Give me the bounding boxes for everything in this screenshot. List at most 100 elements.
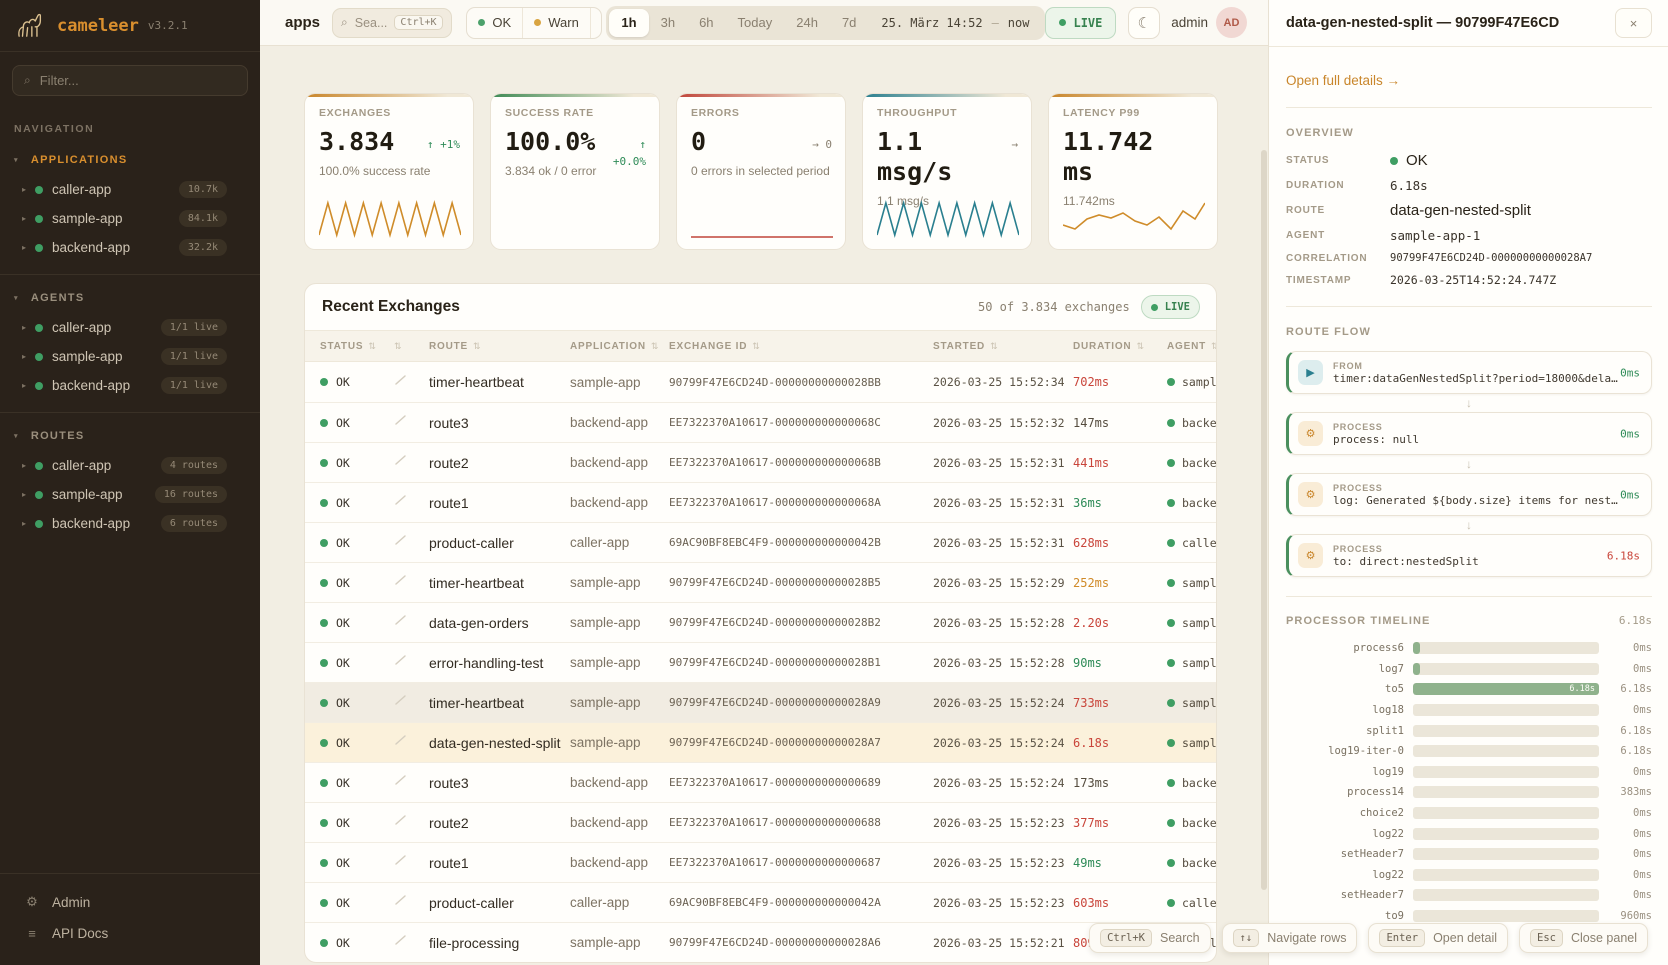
duration-cell: 441ms bbox=[1073, 456, 1167, 470]
sidebar-item-caller-app[interactable]: ▸caller-app10.7k bbox=[0, 175, 260, 204]
table-row[interactable]: OKproduct-callercaller-app69AC90BF8EBC4F… bbox=[305, 522, 1216, 562]
open-full-details-link[interactable]: Open full details → bbox=[1286, 73, 1652, 88]
column-header-started[interactable]: STARTED⇅ bbox=[933, 341, 1073, 352]
timeline-row[interactable]: to56.18s6.18s bbox=[1286, 679, 1652, 700]
column-header-application[interactable]: APPLICATION⇅ bbox=[570, 341, 669, 352]
table-row[interactable]: OKdata-gen-nested-splitsample-app90799F4… bbox=[305, 722, 1216, 762]
status-dot-icon bbox=[1167, 619, 1175, 627]
timeline-row[interactable]: setHeader70ms bbox=[1286, 844, 1652, 865]
dark-mode-toggle[interactable]: ☾ bbox=[1128, 7, 1160, 39]
status-filter-ok[interactable]: OK bbox=[467, 8, 523, 38]
status-dot-icon bbox=[320, 378, 328, 386]
sidebar-section-header[interactable]: ▾APPLICATIONS bbox=[0, 145, 260, 175]
shortcut-label: Close panel bbox=[1571, 931, 1637, 945]
status-filter-warn[interactable]: Warn bbox=[523, 8, 591, 38]
table-row[interactable]: OKdata-gen-orderssample-app90799F47E6CD2… bbox=[305, 602, 1216, 642]
timeline-row[interactable]: process14383ms bbox=[1286, 782, 1652, 803]
table-row[interactable]: OKtimer-heartbeatsample-app90799F47E6CD2… bbox=[305, 682, 1216, 722]
trend-icon bbox=[394, 733, 408, 747]
timeline-row[interactable]: log220ms bbox=[1286, 865, 1652, 886]
time-range-1h[interactable]: 1h bbox=[609, 9, 648, 37]
sidebar-section-header[interactable]: ▾AGENTS bbox=[0, 283, 260, 313]
avatar[interactable]: AD bbox=[1216, 7, 1247, 38]
table-row[interactable]: OKroute2backend-appEE7322370A10617-00000… bbox=[305, 802, 1216, 842]
route-flow-step[interactable]: ⚙PROCESSto: direct:nestedSplit6.18s bbox=[1286, 534, 1652, 577]
kbd-chip: ↑↓ bbox=[1233, 929, 1260, 947]
sidebar-item-backend-app[interactable]: ▸backend-app1/1 live bbox=[0, 371, 260, 400]
sidebar-item-sample-app[interactable]: ▸sample-app84.1k bbox=[0, 204, 260, 233]
time-range-7d[interactable]: 7d bbox=[830, 9, 868, 37]
chevron-right-icon: ▸ bbox=[22, 519, 26, 528]
processor-name: setHeader7 bbox=[1286, 889, 1404, 901]
sidebar-item-caller-app[interactable]: ▸caller-app1/1 live bbox=[0, 313, 260, 342]
sidebar-item-backend-app[interactable]: ▸backend-app6 routes bbox=[0, 509, 260, 538]
table-row[interactable]: OKtimer-heartbeatsample-app90799F47E6CD2… bbox=[305, 362, 1216, 402]
time-range-6h[interactable]: 6h bbox=[687, 9, 725, 37]
table-row[interactable]: OKroute1backend-appEE7322370A10617-00000… bbox=[305, 482, 1216, 522]
main-scrollbar[interactable] bbox=[1261, 150, 1267, 890]
column-header-status[interactable]: STATUS⇅ bbox=[320, 341, 394, 352]
started-cell: 2026-03-25 15:52:29 bbox=[933, 576, 1073, 590]
overview-label: TIMESTAMP bbox=[1286, 275, 1390, 286]
table-row[interactable]: OKproduct-callercaller-app69AC90BF8EBC4F… bbox=[305, 882, 1216, 922]
time-range-3h[interactable]: 3h bbox=[649, 9, 687, 37]
route-flow-step[interactable]: ▶FROMtimer:dataGenNestedSplit?period=180… bbox=[1286, 351, 1652, 394]
table-row[interactable]: OKroute3backend-appEE7322370A10617-00000… bbox=[305, 762, 1216, 802]
table-row[interactable]: OKfile-processingsample-app90799F47E6CD2… bbox=[305, 922, 1216, 962]
close-icon: × bbox=[1630, 16, 1638, 31]
play-icon: ▶ bbox=[1298, 360, 1323, 385]
live-badge[interactable]: LIVE bbox=[1045, 7, 1116, 39]
sidebar-section-header[interactable]: ▾ROUTES bbox=[0, 421, 260, 451]
timeline-row[interactable]: log19-iter-06.18s bbox=[1286, 741, 1652, 762]
timeline-row[interactable]: log70ms bbox=[1286, 659, 1652, 680]
trend-icon bbox=[394, 693, 408, 707]
status-label: OK bbox=[336, 375, 350, 389]
timeline-row[interactable]: split16.18s bbox=[1286, 720, 1652, 741]
status-cell: OK bbox=[320, 936, 394, 950]
processor-name: process14 bbox=[1286, 786, 1404, 798]
table-row[interactable]: OKroute2backend-appEE7322370A10617-00000… bbox=[305, 442, 1216, 482]
column-header-exchange-id[interactable]: EXCHANGE ID⇅ bbox=[669, 341, 933, 352]
stat-value: 1.1 msg/s bbox=[877, 127, 989, 187]
application-cell: sample-app bbox=[570, 575, 669, 590]
sidebar: cameleer v3.2.1 ⌕ Filter... NAVIGATION ▾… bbox=[0, 0, 260, 965]
table-row[interactable]: OKtimer-heartbeatsample-app90799F47E6CD2… bbox=[305, 562, 1216, 602]
exchange-rows: OKtimer-heartbeatsample-app90799F47E6CD2… bbox=[305, 362, 1216, 962]
trend-icon bbox=[394, 893, 408, 907]
sidebar-item-caller-app[interactable]: ▸caller-app4 routes bbox=[0, 451, 260, 480]
search-input[interactable]: ⌕ Sea... Ctrl+K bbox=[332, 8, 452, 38]
column-header-agent[interactable]: AGENT⇅ bbox=[1167, 341, 1216, 352]
chevron-right-icon: ▸ bbox=[22, 490, 26, 499]
route-flow-step[interactable]: ⚙PROCESSlog: Generated ${body.size} item… bbox=[1286, 473, 1652, 516]
timeline-row[interactable]: process60ms bbox=[1286, 638, 1652, 659]
column-header-route[interactable]: ROUTE⇅ bbox=[429, 341, 570, 352]
timeline-row[interactable]: log180ms bbox=[1286, 700, 1652, 721]
table-row[interactable]: OKerror-handling-testsample-app90799F47E… bbox=[305, 642, 1216, 682]
timeline-track bbox=[1413, 766, 1599, 778]
route-flow-step[interactable]: ⚙PROCESSprocess: null0ms bbox=[1286, 412, 1652, 455]
table-row[interactable]: OKroute3backend-appEE7322370A10617-00000… bbox=[305, 402, 1216, 442]
processor-duration: 0ms bbox=[1608, 807, 1652, 819]
sidebar-filter-input[interactable]: ⌕ Filter... bbox=[12, 65, 248, 96]
started-cell: 2026-03-25 15:52:24 bbox=[933, 736, 1073, 750]
status-filter-e[interactable]: E bbox=[591, 8, 603, 38]
table-row[interactable]: OKroute1backend-appEE7322370A10617-00000… bbox=[305, 842, 1216, 882]
time-range-24h[interactable]: 24h bbox=[784, 9, 830, 37]
overview-label: DURATION bbox=[1286, 180, 1390, 191]
close-button[interactable]: × bbox=[1615, 8, 1652, 38]
timeline-row[interactable]: log220ms bbox=[1286, 823, 1652, 844]
column-header-trend[interactable]: ⇅ bbox=[394, 341, 429, 352]
footer-item-admin[interactable]: ⚙Admin bbox=[0, 886, 260, 918]
footer-item-api-docs[interactable]: ≡API Docs bbox=[0, 918, 260, 949]
sidebar-item-sample-app[interactable]: ▸sample-app1/1 live bbox=[0, 342, 260, 371]
sidebar-item-backend-app[interactable]: ▸backend-app32.2k bbox=[0, 233, 260, 262]
arrow-down-icon: ↓ bbox=[1286, 516, 1652, 534]
timeline-bar: 6.18s bbox=[1413, 683, 1599, 695]
sidebar-item-sample-app[interactable]: ▸sample-app16 routes bbox=[0, 480, 260, 509]
column-header-duration[interactable]: DURATION⇅ bbox=[1073, 341, 1167, 352]
timeline-row[interactable]: setHeader70ms bbox=[1286, 885, 1652, 906]
time-range-today[interactable]: Today bbox=[726, 9, 785, 37]
timeline-row[interactable]: log190ms bbox=[1286, 762, 1652, 783]
timeline-row[interactable]: choice20ms bbox=[1286, 803, 1652, 824]
date-range[interactable]: 25. März 14:52—now bbox=[868, 16, 1042, 30]
